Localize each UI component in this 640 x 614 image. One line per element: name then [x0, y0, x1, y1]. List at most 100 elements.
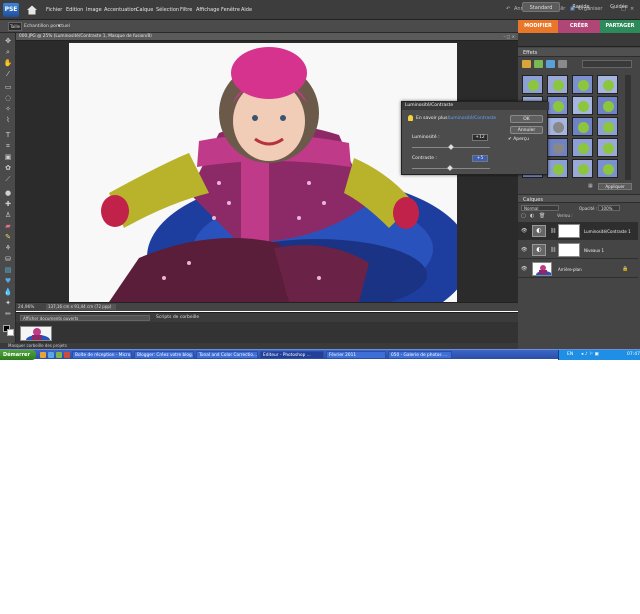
visibility-eye-icon[interactable]: 👁 — [521, 266, 527, 272]
pencil-tool-icon[interactable]: ✏ — [3, 310, 13, 318]
effects-scrollbar[interactable] — [625, 75, 631, 180]
adjustment-layer-icon[interactable]: ◐ — [530, 213, 534, 219]
link-icon[interactable]: ⛓ — [550, 247, 556, 253]
app-logo[interactable]: PSE — [3, 3, 19, 17]
delete-layer-icon[interactable]: 🗑 — [539, 213, 545, 219]
visibility-eye-icon[interactable]: 👁 — [521, 247, 527, 253]
mode-guidee[interactable]: Guidée — [604, 2, 634, 12]
document-window-controls[interactable]: – □ × — [503, 34, 515, 39]
text-tool-icon[interactable]: T — [3, 131, 13, 139]
sponge-tool-icon[interactable]: ✦ — [3, 299, 13, 307]
link-icon[interactable]: ⛓ — [550, 228, 556, 234]
menu-fichier[interactable]: Fichier — [46, 7, 62, 13]
cancel-button[interactable]: Annuler — [510, 126, 543, 134]
eraser-tool-icon[interactable]: ▰ — [3, 222, 13, 230]
effect-thumbnail[interactable] — [572, 117, 593, 136]
recompose-tool-icon[interactable]: ▣ — [3, 153, 13, 161]
menu-affichage[interactable]: Affichage — [196, 7, 220, 13]
quicklaunch-icon[interactable] — [48, 352, 54, 358]
effect-thumbnail[interactable] — [547, 117, 568, 136]
healing-brush-tool-icon[interactable]: ✚ — [3, 200, 13, 208]
effect-thumbnail[interactable] — [572, 75, 593, 94]
undo-icon[interactable]: ↶ — [506, 6, 510, 12]
effect-thumbnail[interactable] — [547, 75, 568, 94]
marquee-tool-icon[interactable]: ▭ — [3, 83, 13, 91]
menu-selection[interactable]: Sélection — [156, 7, 179, 13]
menu-edition[interactable]: Edition — [66, 7, 83, 13]
background-color-swatch[interactable] — [7, 329, 14, 336]
menu-calque[interactable]: Calque — [136, 7, 153, 13]
effect-thumbnail[interactable] — [597, 159, 618, 178]
grid-view-icon[interactable]: ▦ — [588, 183, 595, 190]
layer-row-background[interactable]: 👁 Arrière-plan 🔒 — [518, 260, 638, 278]
hand-tool-icon[interactable]: ✋ — [3, 59, 13, 67]
bin-scripts-menu[interactable]: Scripts de corbeille — [156, 315, 199, 320]
effect-thumbnail[interactable] — [572, 138, 593, 157]
start-button[interactable]: Démarrer — [0, 350, 36, 360]
layer-mask-thumbnail[interactable] — [558, 243, 580, 257]
effect-thumbnail[interactable] — [547, 96, 568, 115]
visibility-eye-icon[interactable]: 👁 — [521, 228, 527, 234]
layers-panel-header[interactable]: Calques — [518, 194, 640, 203]
contrast-slider-handle[interactable] — [447, 165, 453, 171]
dialog-title[interactable]: Luminosité/Contraste — [402, 102, 549, 110]
filters-category-icon[interactable] — [522, 60, 531, 68]
photo-effects-category-icon[interactable] — [546, 60, 555, 68]
task-photo-gallery[interactable]: 050 - Galerie de photos ... — [388, 351, 452, 359]
apply-effect-button[interactable]: Appliquer — [598, 183, 632, 190]
layer-name[interactable]: Luminosité/Contraste 1 — [584, 229, 631, 234]
task-tonal-color[interactable]: Tonal and Color Correctio... — [196, 351, 258, 359]
quicklaunch-icon[interactable] — [40, 352, 46, 358]
cookie-cutter-tool-icon[interactable]: ✿ — [3, 164, 13, 172]
red-eye-tool-icon[interactable]: ● — [3, 189, 13, 197]
all-effects-category-icon[interactable] — [558, 60, 567, 68]
blur-tool-icon[interactable]: 💧 — [3, 288, 13, 296]
menu-aide[interactable]: Aide — [241, 7, 252, 13]
tab-modifier[interactable]: MODIFIER — [518, 20, 558, 33]
image-canvas[interactable] — [69, 43, 457, 302]
effect-thumbnail[interactable] — [547, 159, 568, 178]
layer-name[interactable]: Niveaux 1 — [584, 248, 604, 253]
bin-thumbnail[interactable] — [20, 326, 52, 341]
menu-accentuation[interactable]: Accentuation — [104, 7, 137, 13]
smart-brush-tool-icon[interactable]: ⚘ — [3, 244, 13, 252]
effects-panel-header[interactable]: Effets — [518, 48, 640, 57]
task-fevrier-2011[interactable]: Février 2011 — [326, 351, 386, 359]
effect-thumbnail[interactable] — [597, 75, 618, 94]
new-layer-icon[interactable]: ▢ — [521, 213, 526, 219]
quicklaunch-icon[interactable] — [64, 352, 70, 358]
lasso-tool-icon[interactable]: ◌ — [3, 94, 13, 102]
hide-project-bin-toggle[interactable]: Masquer corbeille des projets — [8, 343, 67, 348]
styles-category-icon[interactable] — [534, 60, 543, 68]
menu-fenetre[interactable]: Fenêtre — [221, 7, 240, 13]
mode-standard[interactable]: Standard — [522, 2, 560, 12]
effect-thumbnail[interactable] — [597, 117, 618, 136]
mode-rapide[interactable]: Rapide — [566, 2, 596, 12]
zoom-level[interactable]: 24,96% — [18, 305, 34, 310]
move-tool-icon[interactable]: ✥ — [3, 37, 13, 45]
document-size[interactable]: 137,16 cm x 91,44 cm (72 ppp) — [46, 304, 116, 310]
layer-row-brightness-contrast[interactable]: 👁 ◐ ⛓ Luminosité/Contraste 1 — [518, 222, 638, 240]
blend-mode-select[interactable]: Normal — [521, 205, 559, 211]
shape-tool-icon[interactable]: ♥ — [3, 277, 13, 285]
effect-thumbnail[interactable] — [572, 96, 593, 115]
effect-thumbnail[interactable] — [547, 138, 568, 157]
home-icon[interactable] — [26, 4, 38, 16]
effect-thumbnail[interactable] — [597, 138, 618, 157]
tab-creer[interactable]: CRÉER — [558, 20, 600, 33]
paint-bucket-tool-icon[interactable]: ⛁ — [3, 255, 13, 263]
brush-tool-icon[interactable]: ✎ — [3, 233, 13, 241]
selection-brush-tool-icon[interactable]: ⌇ — [3, 116, 13, 124]
ok-button[interactable]: OK — [510, 115, 543, 123]
quicklaunch-icon[interactable] — [56, 352, 62, 358]
chevron-down-icon[interactable]: ▾ — [58, 23, 64, 29]
tab-partager[interactable]: PARTAGER — [600, 20, 640, 33]
language-indicator[interactable]: EN — [567, 352, 573, 357]
clone-stamp-tool-icon[interactable]: ♙ — [3, 211, 13, 219]
tray-icons[interactable]: ◂ ♪ ⚐ ▣ — [581, 352, 599, 357]
zoom-tool-icon[interactable]: ⌕ — [3, 48, 13, 56]
preview-checkbox[interactable]: ✔ Aperçu — [508, 137, 529, 142]
straighten-tool-icon[interactable]: ⟋ — [3, 175, 13, 183]
menu-filtre[interactable]: Filtre — [180, 7, 192, 13]
gradient-tool-icon[interactable]: ▤ — [3, 266, 13, 274]
